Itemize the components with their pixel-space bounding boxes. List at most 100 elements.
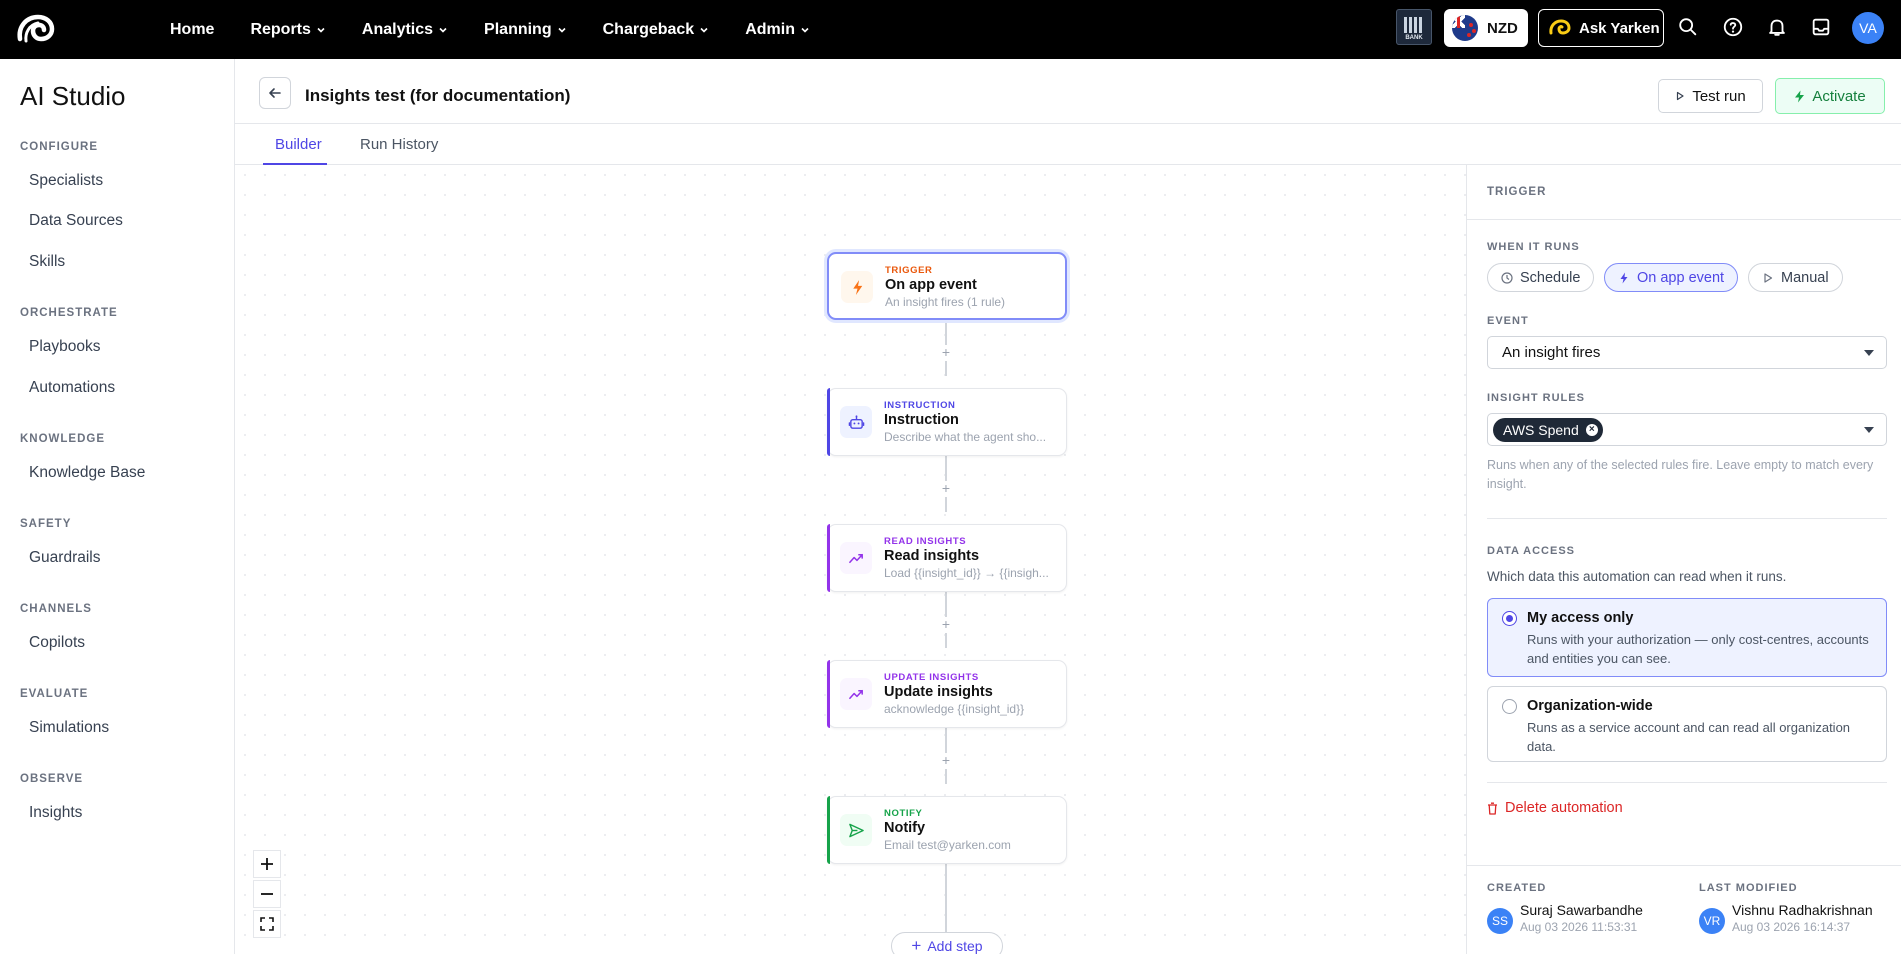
nav-chargeback[interactable]: Chargeback bbox=[603, 21, 710, 39]
rule-chip-label: AWS Spend bbox=[1503, 421, 1579, 438]
sidebar-item-guardrails[interactable]: Guardrails bbox=[29, 549, 101, 567]
bank-switcher-icon[interactable]: BANK bbox=[1396, 9, 1432, 45]
sidebar-item-knowledge-base[interactable]: Knowledge Base bbox=[29, 464, 145, 482]
chevron-down-icon bbox=[700, 27, 708, 33]
insert-step-icon[interactable]: + bbox=[938, 753, 954, 769]
nz-flag-icon bbox=[1452, 15, 1478, 41]
flow-node-notify[interactable]: NOTIFY Notify Email test@yarken.com bbox=[827, 796, 1067, 864]
test-run-button[interactable]: Test run bbox=[1658, 79, 1763, 113]
zoom-in-button[interactable] bbox=[253, 850, 281, 878]
test-run-label: Test run bbox=[1692, 87, 1746, 105]
insert-step-icon[interactable]: + bbox=[938, 345, 954, 361]
schedule-option[interactable]: Schedule bbox=[1487, 263, 1595, 292]
insert-step-icon[interactable]: + bbox=[938, 481, 954, 497]
tab-builder[interactable]: Builder bbox=[275, 136, 322, 153]
bank-columns-icon bbox=[1404, 17, 1424, 33]
rule-chip: AWS Spend × bbox=[1493, 417, 1603, 442]
section-knowledge: KNOWLEDGE bbox=[20, 433, 106, 445]
access-option-my-access[interactable]: My access only Runs with your authorizat… bbox=[1487, 598, 1887, 677]
add-step-button[interactable]: + Add step bbox=[891, 932, 1003, 954]
delete-automation-button[interactable]: Delete automation bbox=[1487, 800, 1623, 816]
flow-node-update-insights[interactable]: UPDATE INSIGHTS Update insights acknowle… bbox=[827, 660, 1067, 728]
bank-label: BANK bbox=[1405, 35, 1423, 41]
insight-rules-select[interactable]: AWS Spend × bbox=[1487, 413, 1887, 446]
access-option-title: Organization-wide bbox=[1527, 698, 1653, 714]
plus-icon: + bbox=[911, 936, 922, 954]
remove-chip-icon[interactable]: × bbox=[1585, 423, 1598, 436]
zoom-out-button[interactable] bbox=[253, 880, 281, 908]
flow-canvas[interactable]: + + + + TRIGGER On app event An insight … bbox=[235, 165, 1466, 954]
node-type-label: UPDATE INSIGHTS bbox=[884, 672, 979, 683]
help-icon[interactable] bbox=[1721, 15, 1745, 39]
flow-node-read-insights[interactable]: READ INSIGHTS Read insights Load {{insig… bbox=[827, 524, 1067, 592]
sidebar-item-automations[interactable]: Automations bbox=[29, 379, 115, 397]
bell-icon[interactable] bbox=[1765, 15, 1789, 39]
ask-yarken-label: Ask Yarken bbox=[1579, 19, 1660, 37]
event-select-value: An insight fires bbox=[1502, 344, 1601, 361]
trend-icon bbox=[840, 678, 872, 710]
sidebar-item-data-sources[interactable]: Data Sources bbox=[29, 212, 123, 230]
fit-view-button[interactable] bbox=[253, 910, 281, 938]
robot-icon bbox=[840, 406, 872, 438]
bolt-icon bbox=[1620, 272, 1628, 283]
panel-heading: TRIGGER bbox=[1487, 186, 1547, 198]
node-accent-bar bbox=[827, 524, 830, 592]
node-accent-bar bbox=[827, 388, 830, 456]
nav-reports[interactable]: Reports bbox=[250, 21, 325, 39]
search-icon[interactable] bbox=[1676, 15, 1700, 39]
modified-by-name: Vishnu Radhakrishnan bbox=[1732, 902, 1873, 918]
tab-run-history[interactable]: Run History bbox=[360, 136, 438, 153]
nav-planning[interactable]: Planning bbox=[484, 21, 567, 39]
created-label: CREATED bbox=[1487, 882, 1547, 894]
nav-admin[interactable]: Admin bbox=[745, 21, 810, 39]
nav-chargeback-label: Chargeback bbox=[602, 20, 695, 38]
app-event-option[interactable]: On app event bbox=[1604, 263, 1739, 292]
radio-button[interactable] bbox=[1502, 699, 1517, 714]
sidebar-item-copilots[interactable]: Copilots bbox=[29, 634, 85, 652]
node-subtitle: Describe what the agent sho... bbox=[884, 430, 1047, 444]
node-type-label: INSTRUCTION bbox=[884, 400, 956, 411]
flow-node-instruction[interactable]: INSTRUCTION Instruction Describe what th… bbox=[827, 388, 1067, 456]
insert-step-icon[interactable]: + bbox=[938, 617, 954, 633]
sidebar-item-skills[interactable]: Skills bbox=[29, 253, 65, 271]
activate-button[interactable]: Activate bbox=[1775, 78, 1885, 114]
minus-icon bbox=[261, 893, 273, 895]
node-subtitle: Email test@yarken.com bbox=[884, 838, 1011, 852]
node-accent-bar bbox=[827, 660, 830, 728]
chevron-down-icon bbox=[801, 27, 809, 33]
node-subtitle: acknowledge {{insight_id}} bbox=[884, 702, 1025, 716]
yarken-logo-icon[interactable] bbox=[16, 13, 60, 45]
created-at: Aug 03 2026 11:53:31 bbox=[1520, 920, 1638, 934]
nav-analytics[interactable]: Analytics bbox=[362, 21, 448, 39]
arrow-left-icon bbox=[269, 88, 281, 98]
back-button[interactable] bbox=[259, 77, 291, 109]
flow-node-trigger[interactable]: TRIGGER On app event An insight fires (1… bbox=[827, 252, 1067, 320]
avatar-initials: VR bbox=[1703, 914, 1721, 928]
sidebar-item-insights[interactable]: Insights bbox=[29, 804, 82, 822]
inbox-icon[interactable] bbox=[1809, 15, 1833, 39]
bolt-icon bbox=[1795, 90, 1805, 102]
currency-label: NZD bbox=[1487, 19, 1518, 37]
nav-home[interactable]: Home bbox=[170, 21, 214, 39]
ask-yarken-button[interactable]: Ask Yarken bbox=[1538, 9, 1664, 47]
plus-icon bbox=[261, 858, 273, 870]
access-option-organization[interactable]: Organization-wide Runs as a service acco… bbox=[1487, 686, 1887, 762]
chevron-down-icon bbox=[317, 27, 325, 33]
event-label: EVENT bbox=[1487, 315, 1529, 327]
sidebar-item-simulations[interactable]: Simulations bbox=[29, 719, 109, 737]
chevron-down-icon bbox=[439, 27, 447, 33]
manual-option[interactable]: Manual bbox=[1748, 263, 1843, 292]
sidebar-item-specialists[interactable]: Specialists bbox=[29, 172, 103, 190]
node-type-label: READ INSIGHTS bbox=[884, 536, 967, 547]
sidebar-item-playbooks[interactable]: Playbooks bbox=[29, 338, 101, 356]
event-select[interactable]: An insight fires bbox=[1487, 336, 1887, 369]
nav-planning-label: Planning bbox=[484, 20, 552, 38]
radio-button-checked[interactable] bbox=[1502, 611, 1517, 626]
currency-selector[interactable]: NZD bbox=[1444, 9, 1528, 47]
manual-label: Manual bbox=[1781, 269, 1829, 286]
trigger-settings-panel: TRIGGER WHEN IT RUNS Schedule On app eve… bbox=[1466, 165, 1901, 954]
node-subtitle: An insight fires (1 rule) bbox=[885, 295, 1006, 309]
sidebar-title: AI Studio bbox=[20, 81, 126, 111]
section-safety: SAFETY bbox=[20, 518, 72, 530]
user-avatar[interactable]: VA bbox=[1852, 12, 1884, 44]
